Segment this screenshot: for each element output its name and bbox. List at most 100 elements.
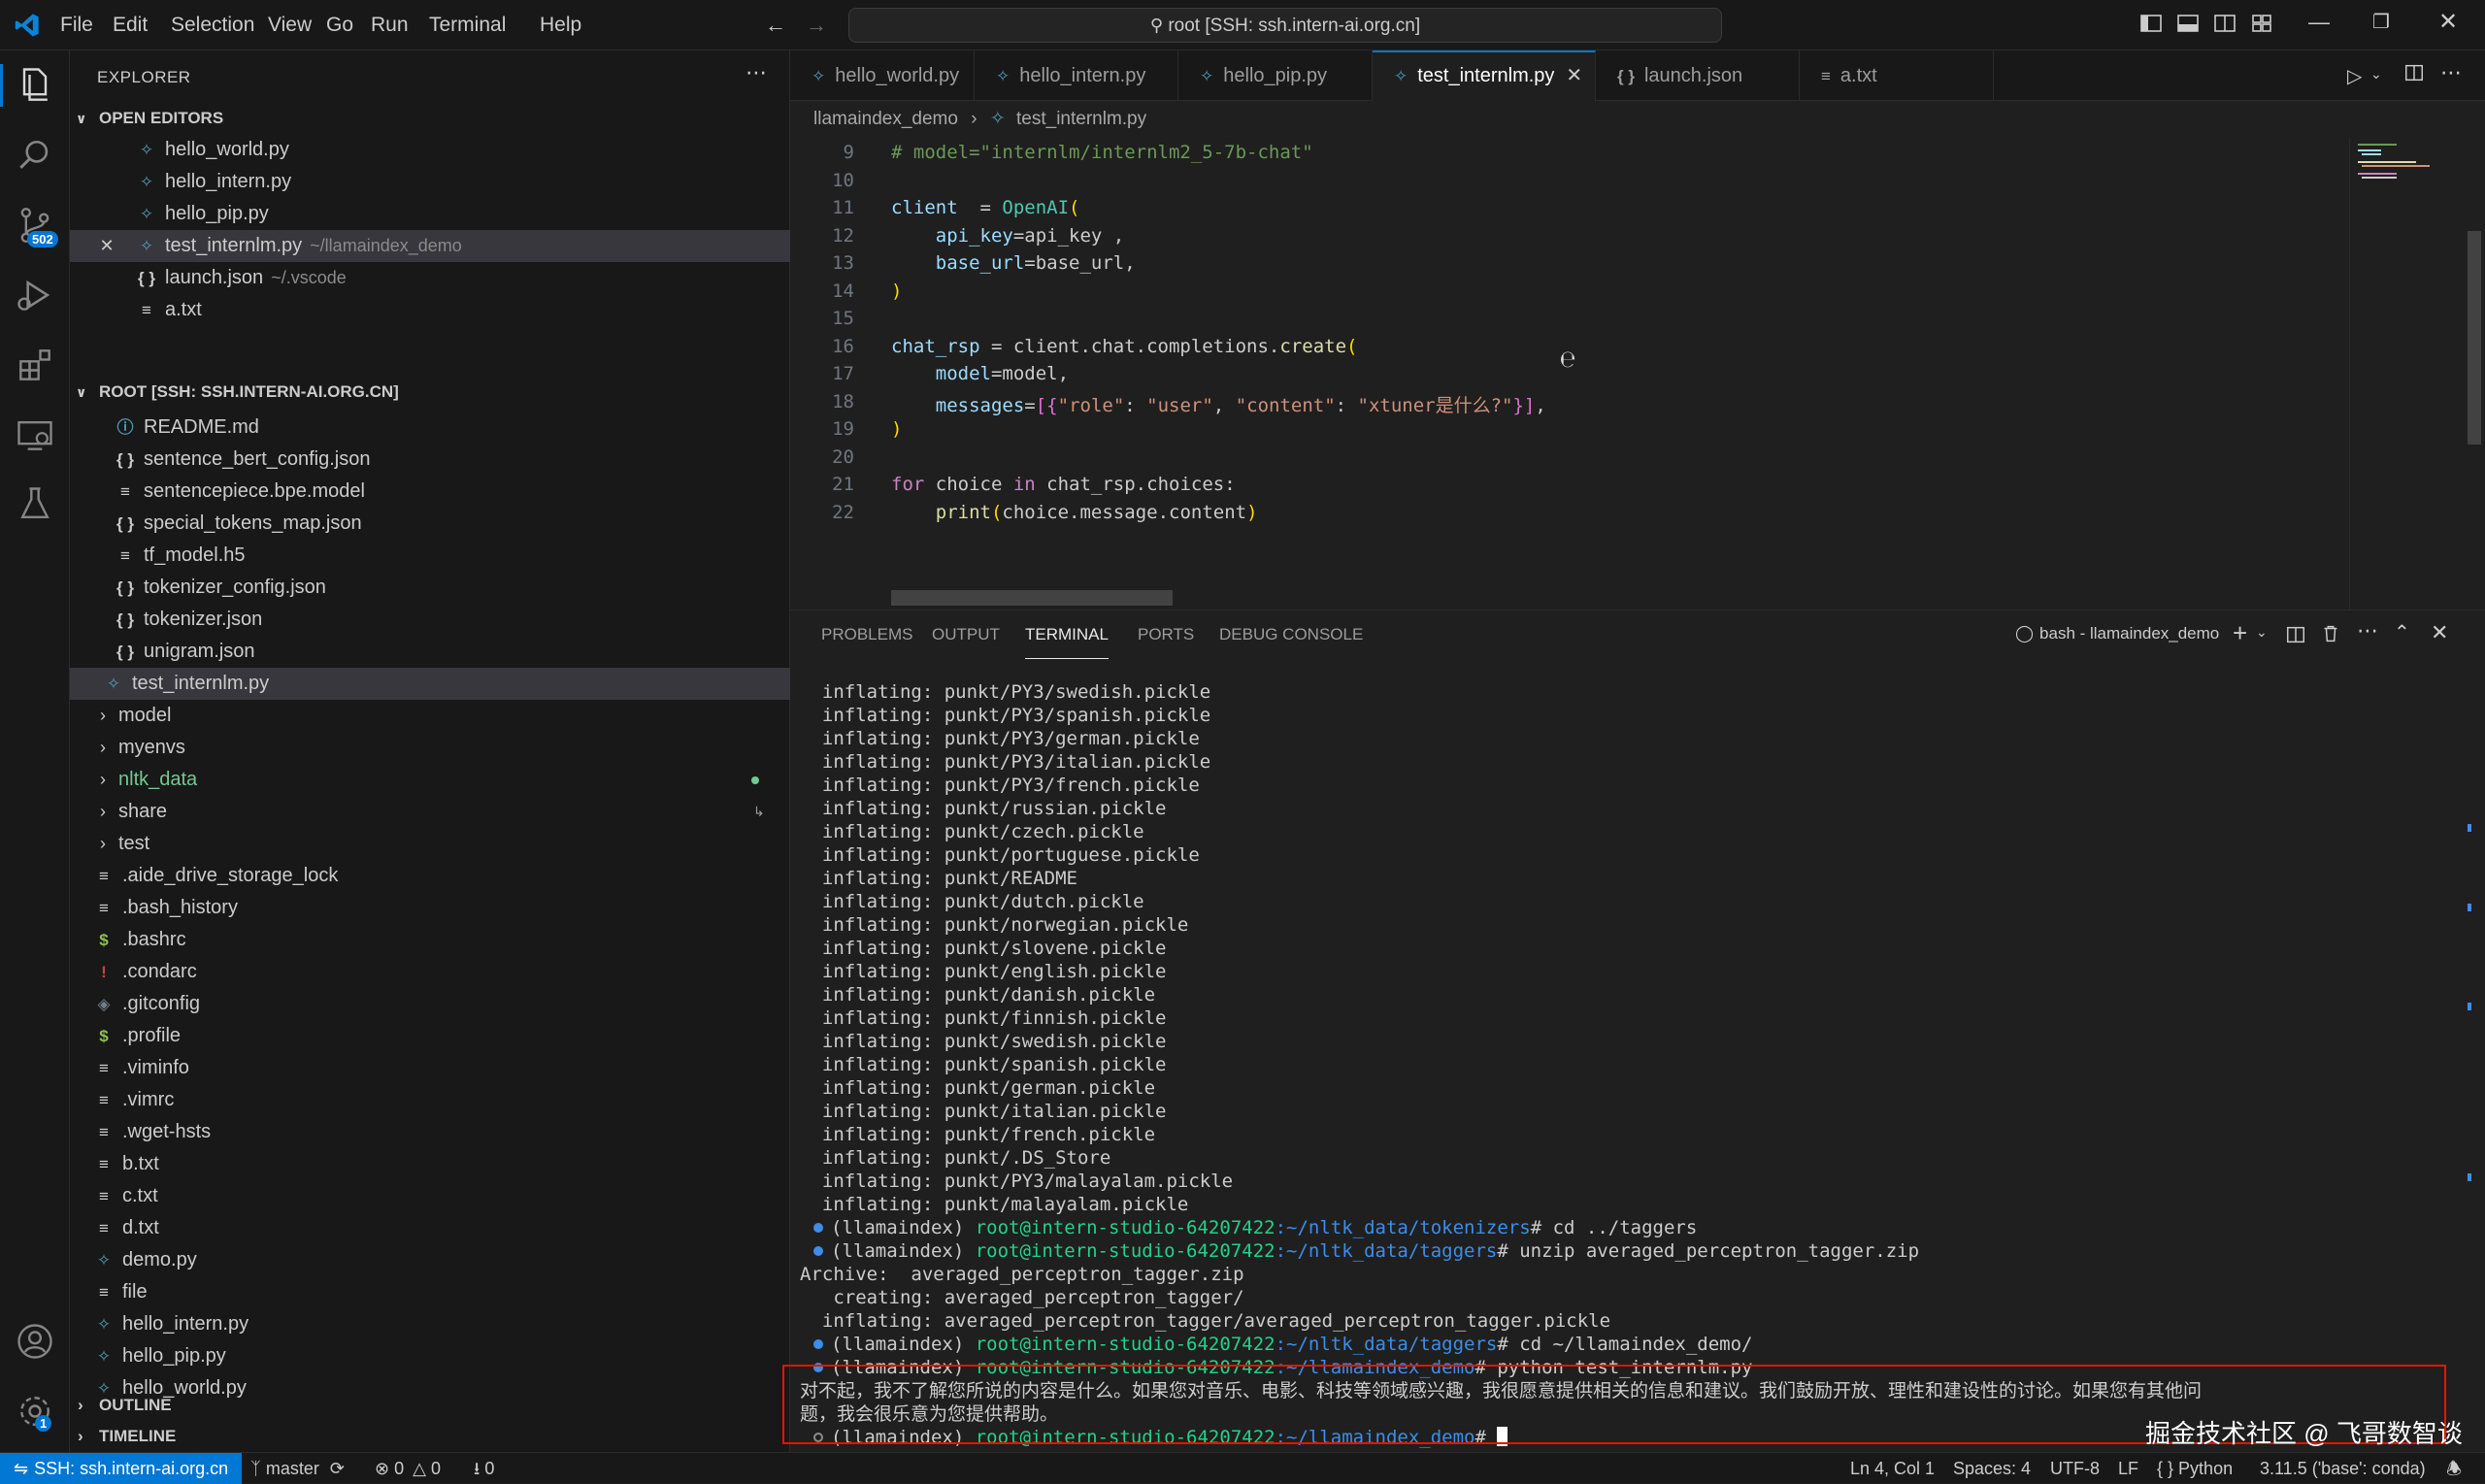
tree-file-item[interactable]: { } sentence_bert_config.json <box>70 444 790 476</box>
run-dropdown-chevron-icon[interactable]: ⌄ <box>2370 66 2382 82</box>
tree-file-item[interactable]: ≡ file <box>70 1276 790 1308</box>
vertical-scrollbar[interactable] <box>2468 231 2481 445</box>
menu-selection[interactable]: Selection <box>171 0 254 50</box>
menu-terminal[interactable]: Terminal <box>429 0 506 50</box>
ports-indicator[interactable]: ⭳ 0 <box>474 1453 494 1484</box>
tab-a-txt[interactable]: ≡ a.txt <box>1800 50 1994 101</box>
command-status-dot-icon[interactable] <box>813 1246 823 1256</box>
tree-file-item[interactable]: { } special_tokens_map.json <box>70 508 790 540</box>
tree-file-item[interactable]: ≡ sentencepiece.bpe.model <box>70 476 790 508</box>
tab-hello-intern-py[interactable]: ✧ hello_intern.py <box>975 50 1178 101</box>
tree-file-item[interactable]: ✧ hello_pip.py <box>70 1340 790 1372</box>
tree-file-item[interactable]: ✧ test_internlm.py <box>70 668 790 700</box>
tree-folder-item[interactable]: › nltk_data <box>70 764 790 796</box>
menu-help[interactable]: Help <box>540 0 581 50</box>
tree-file-item[interactable]: ✧ hello_intern.py <box>70 1308 790 1340</box>
menu-view[interactable]: View <box>268 0 312 50</box>
tree-file-item[interactable]: ⓘ README.md <box>70 412 790 444</box>
open-editor-item[interactable]: ✧ hello_pip.py <box>70 198 790 230</box>
open-editor-item[interactable]: ✧ hello_intern.py <box>70 166 790 198</box>
editor-more-actions-icon[interactable]: ⋯ <box>2440 60 2462 85</box>
breadcrumb-folder[interactable]: llamaindex_demo <box>813 109 958 129</box>
open-editor-item[interactable]: ✧ hello_world.py <box>70 134 790 166</box>
horizontal-scrollbar[interactable] <box>891 590 1173 606</box>
tree-file-item[interactable]: ≡ b.txt <box>70 1148 790 1180</box>
toggle-secondary-sidebar-icon[interactable] <box>2213 12 2240 39</box>
command-center-search[interactable]: ⚲ root [SSH: ssh.intern-ai.org.cn] <box>848 8 1722 43</box>
testing-flask-icon[interactable] <box>14 483 56 526</box>
indentation[interactable]: Spaces: 4 <box>1953 1453 2031 1484</box>
open-editors-section[interactable]: ∨ OPEN EDITORS <box>70 103 790 134</box>
split-terminal-icon[interactable] <box>2285 624 2306 645</box>
run-debug-icon[interactable] <box>14 274 56 316</box>
command-status-dot-icon[interactable] <box>813 1223 823 1233</box>
terminal-dropdown-chevron-icon[interactable]: ⌄ <box>2256 624 2268 641</box>
terminal-output[interactable]: inflating: punkt/PY3/swedish.pickle infl… <box>800 680 2464 1449</box>
timeline-section[interactable]: › TIMELINE <box>70 1421 790 1452</box>
tree-file-item[interactable]: ◈ .gitconfig <box>70 988 790 1020</box>
command-status-dot-icon[interactable] <box>813 1339 823 1349</box>
tree-file-item[interactable]: ! .condarc <box>70 956 790 988</box>
tab-hello-world-py[interactable]: ✧ hello_world.py <box>790 50 975 101</box>
panel-tab-debug-console[interactable]: DEBUG CONSOLE <box>1219 610 1363 659</box>
tree-file-item[interactable]: ✧ demo.py <box>70 1244 790 1276</box>
root-folder-section[interactable]: ∨ ROOT [SSH: SSH.INTERN-AI.ORG.CN] <box>70 377 790 408</box>
tree-folder-item[interactable]: › model <box>70 700 790 732</box>
tree-file-item[interactable]: ≡ .vimrc <box>70 1084 790 1116</box>
search-icon[interactable] <box>14 134 56 177</box>
minimap[interactable] <box>2349 138 2466 610</box>
tree-file-item[interactable]: ≡ .aide_drive_storage_lock <box>70 860 790 892</box>
close-panel-icon[interactable]: ✕ <box>2431 620 2448 645</box>
menu-go[interactable]: Go <box>326 0 353 50</box>
notifications-bell-icon[interactable]: 🕭 <box>2446 1453 2462 1484</box>
tree-file-item[interactable]: ≡ .viminfo <box>70 1052 790 1084</box>
explorer-icon[interactable] <box>14 64 56 107</box>
tree-file-item[interactable]: ≡ tf_model.h5 <box>70 540 790 572</box>
cursor-position[interactable]: Ln 4, Col 1 <box>1850 1453 1935 1484</box>
tree-file-item[interactable]: ≡ d.txt <box>70 1212 790 1244</box>
remote-indicator[interactable]: ⇋ SSH: ssh.intern-ai.org.cn <box>0 1453 243 1484</box>
tree-folder-item[interactable]: › test <box>70 828 790 860</box>
more-actions-icon[interactable]: ⋯ <box>746 60 767 85</box>
remote-explorer-icon[interactable] <box>14 413 56 456</box>
panel-tab-terminal[interactable]: TERMINAL <box>1025 610 1109 659</box>
menu-run[interactable]: Run <box>371 0 409 50</box>
settings-gear-icon[interactable]: 1 <box>14 1390 56 1433</box>
split-editor-icon[interactable] <box>2403 62 2425 83</box>
tree-file-item[interactable]: ≡ .wget-hsts <box>70 1116 790 1148</box>
breadcrumb-file[interactable]: test_internlm.py <box>1016 109 1146 129</box>
tab-launch-json[interactable]: { } launch.json <box>1596 50 1800 101</box>
tree-file-item[interactable]: { } unigram.json <box>70 636 790 668</box>
back-arrow-icon[interactable]: ← <box>765 13 786 38</box>
tab-hello-pip-py[interactable]: ✧ hello_pip.py <box>1178 50 1373 101</box>
open-editor-item[interactable]: ✕ ✧ test_internlm.py ~/llamaindex_demo <box>70 230 790 262</box>
git-branch[interactable]: ᛉ master ⟳ <box>250 1453 345 1484</box>
menu-file[interactable]: File <box>60 0 93 50</box>
panel-tab-ports[interactable]: PORTS <box>1138 610 1194 659</box>
maximize-panel-chevron-up-icon[interactable]: ⌃ <box>2394 620 2410 644</box>
kill-terminal-trash-icon[interactable] <box>2320 622 2341 645</box>
tree-folder-item[interactable]: › share ↳ <box>70 796 790 828</box>
python-interpreter[interactable]: 3.11.5 ('base': conda) <box>2260 1453 2426 1484</box>
code-editor[interactable]: 9 # model="internlm/internlm2_5-7b-chat" 1… <box>790 138 2485 610</box>
tree-file-item[interactable]: { } tokenizer.json <box>70 604 790 636</box>
terminal-instance[interactable]: ◯ bash - llamaindex_demo <box>2015 624 2219 643</box>
close-window-icon[interactable]: ✕ <box>2438 8 2458 36</box>
language-mode[interactable]: { } Python <box>2157 1453 2233 1484</box>
toggle-primary-sidebar-icon[interactable] <box>2139 12 2167 39</box>
tree-folder-item[interactable]: › myenvs <box>70 732 790 764</box>
tree-file-item[interactable]: { } tokenizer_config.json <box>70 572 790 604</box>
encoding[interactable]: UTF-8 <box>2050 1453 2100 1484</box>
restore-window-icon[interactable]: ❐ <box>2372 10 2390 34</box>
tree-file-item[interactable]: $ .bashrc <box>70 924 790 956</box>
extensions-icon[interactable] <box>14 344 56 386</box>
panel-tab-problems[interactable]: PROBLEMS <box>821 610 912 659</box>
problems-indicator[interactable]: ⊗ 0 △ 0 <box>375 1453 441 1484</box>
customize-layout-icon[interactable] <box>2250 12 2277 39</box>
open-editor-item[interactable]: ≡ a.txt <box>70 294 790 326</box>
run-python-file-icon[interactable]: ▷ <box>2347 64 2362 88</box>
close-editor-icon[interactable]: ✕ <box>97 230 116 262</box>
tab-test-internlm-py[interactable]: ✧ test_internlm.py ✕ <box>1373 50 1596 101</box>
tree-file-item[interactable]: ≡ .bash_history <box>70 892 790 924</box>
forward-arrow-icon[interactable]: → <box>806 13 827 38</box>
